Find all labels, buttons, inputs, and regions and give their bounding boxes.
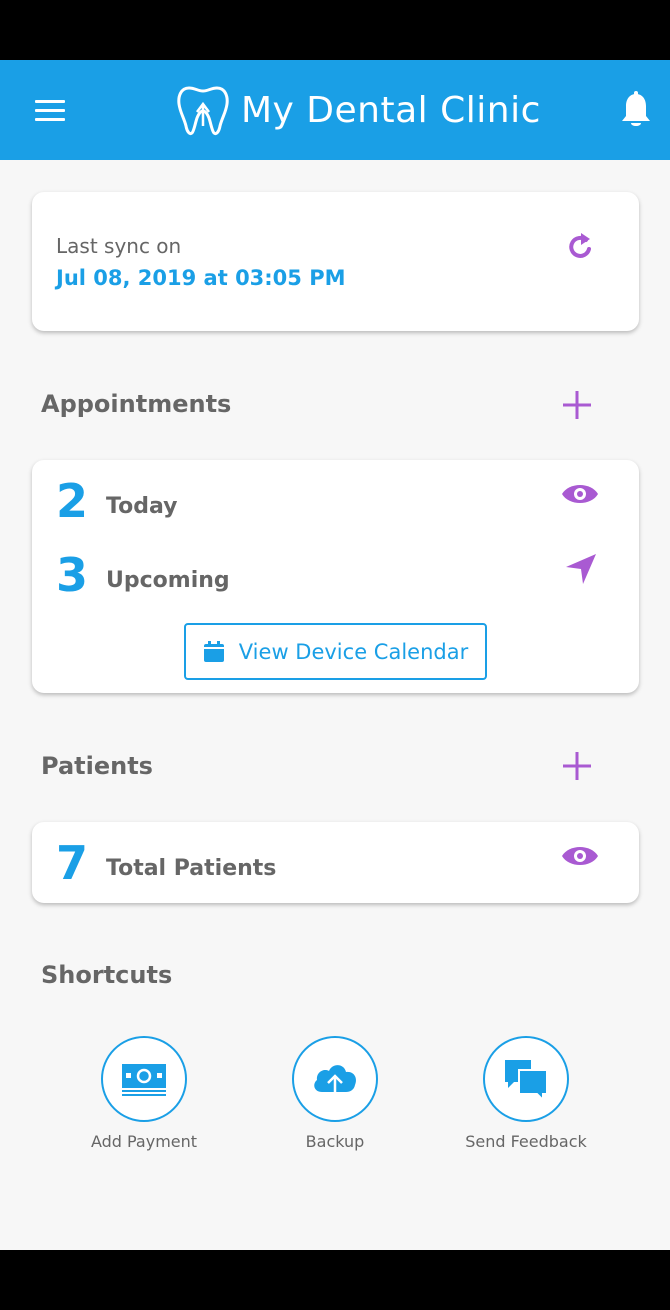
add-payment-button[interactable]: [101, 1036, 187, 1122]
app-title: My Dental Clinic: [241, 89, 541, 131]
upcoming-count: 3: [56, 548, 89, 602]
menu-button[interactable]: [28, 92, 72, 128]
appointments-card: 2 Today 3 Upcoming View Device Calendar: [32, 460, 639, 693]
shortcut-add-payment[interactable]: Add Payment: [54, 1036, 234, 1151]
view-device-calendar-button[interactable]: View Device Calendar: [184, 623, 487, 680]
add-patient-button[interactable]: [560, 749, 594, 783]
navigate-upcoming-icon[interactable]: [564, 552, 598, 586]
refresh-icon[interactable]: [566, 230, 596, 262]
add-payment-label: Add Payment: [90, 1132, 198, 1151]
patients-title: Patients: [41, 752, 153, 780]
tooth-logo-icon: [177, 86, 229, 136]
today-label: Today: [106, 494, 178, 519]
appointments-title: Appointments: [41, 390, 232, 418]
sync-time: Jul 08, 2019 at 03:05 PM: [56, 266, 346, 290]
notification-bell-icon[interactable]: [618, 90, 654, 130]
shortcut-backup[interactable]: Backup: [245, 1036, 425, 1151]
total-patients-count: 7: [56, 836, 89, 890]
cloud-upload-icon: [314, 1065, 356, 1096]
shortcuts-title: Shortcuts: [41, 961, 173, 989]
payment-icon: [122, 1064, 166, 1096]
sync-card: Last sync on Jul 08, 2019 at 03:05 PM: [32, 192, 639, 331]
send-feedback-label: Send Feedback: [465, 1132, 587, 1151]
upcoming-label: Upcoming: [106, 568, 230, 593]
app-bar: My Dental Clinic: [0, 60, 670, 160]
shortcut-send-feedback[interactable]: Send Feedback: [436, 1036, 616, 1151]
menu-icon-line: [35, 108, 65, 112]
backup-button[interactable]: [292, 1036, 378, 1122]
navigation-bar: [0, 1250, 670, 1310]
status-bar: [0, 0, 670, 60]
view-device-calendar-label: View Device Calendar: [238, 639, 469, 664]
view-patients-icon[interactable]: [561, 843, 599, 869]
app-brand: My Dental Clinic: [175, 78, 541, 142]
send-feedback-button[interactable]: [483, 1036, 569, 1122]
today-count: 2: [56, 474, 89, 528]
add-appointment-button[interactable]: [560, 388, 594, 422]
total-patients-label: Total Patients: [106, 856, 277, 881]
main-content: Last sync on Jul 08, 2019 at 03:05 PM Ap…: [0, 160, 670, 1250]
sync-label: Last sync on: [56, 234, 182, 258]
menu-icon-line: [35, 117, 65, 121]
backup-label: Backup: [305, 1132, 365, 1151]
chat-icon: [505, 1060, 548, 1103]
menu-icon-line: [35, 99, 65, 103]
view-today-icon[interactable]: [561, 481, 599, 507]
patients-card: 7 Total Patients: [32, 822, 639, 903]
calendar-icon: [203, 640, 224, 662]
